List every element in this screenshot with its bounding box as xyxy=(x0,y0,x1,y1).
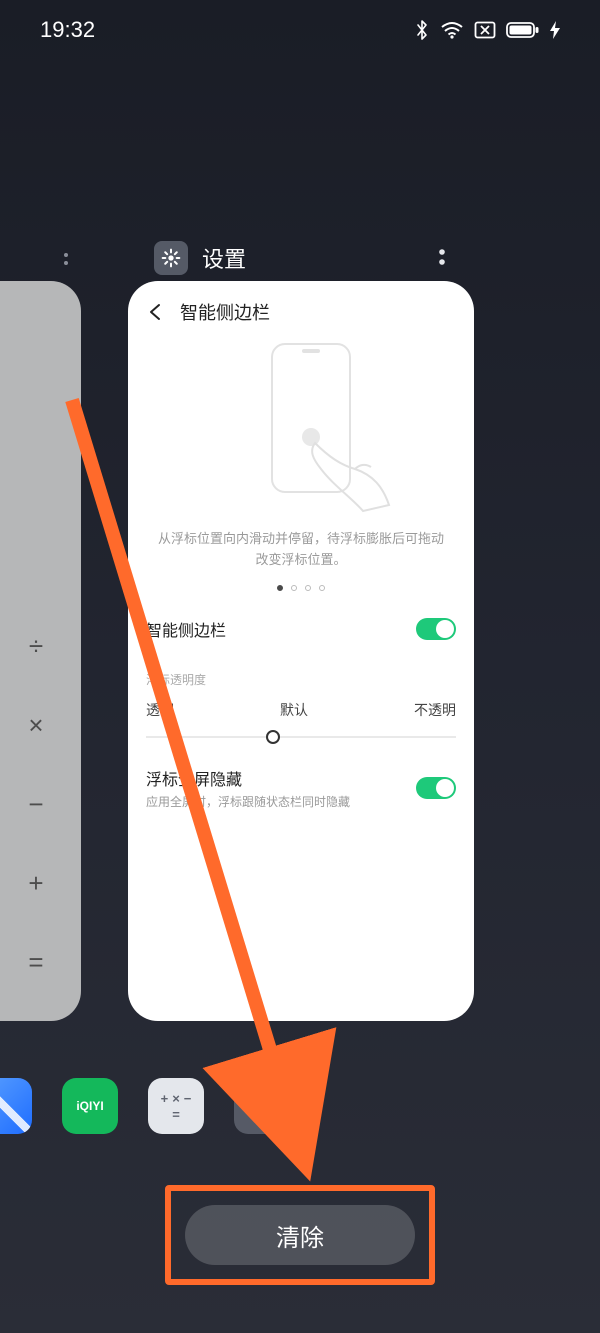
op-multiply: × xyxy=(28,710,43,741)
bluetooth-icon xyxy=(414,19,430,41)
clear-all-button[interactable]: 清除 xyxy=(185,1205,415,1265)
opacity-left-label: 透明 xyxy=(146,700,174,720)
wifi-icon xyxy=(440,21,464,39)
clear-button-highlight: 清除 xyxy=(165,1185,435,1285)
opacity-labels-row: 透明 默认 不透明 xyxy=(128,690,474,720)
op-equals: = xyxy=(28,947,43,978)
settings-description: 从浮标位置向内滑动并停留，待浮标膨胀后可拖动改变浮标位置。 xyxy=(128,529,474,571)
gear-icon xyxy=(248,1092,276,1120)
main-card-header: 设置 xyxy=(154,241,246,275)
back-arrow-icon[interactable] xyxy=(146,302,166,322)
slider-track xyxy=(146,736,456,738)
calc-glyph: = xyxy=(172,1108,180,1121)
opacity-mid-label: 默认 xyxy=(280,700,308,720)
slider-thumb[interactable] xyxy=(266,730,280,744)
sidebar-illustration xyxy=(191,343,411,523)
smart-sidebar-toggle-row[interactable]: 智能侧边栏 xyxy=(128,601,474,657)
gear-icon xyxy=(161,248,181,268)
calc-glyph: + xyxy=(161,1092,169,1105)
more-icon[interactable] xyxy=(58,251,74,267)
dock-row: iQIYI + × − = xyxy=(0,1075,600,1137)
recent-card-settings[interactable]: 智能侧边栏 从浮标位置向内滑动并停留，待浮标膨胀后可拖动改变浮标位置。 智能侧边… xyxy=(128,281,474,1021)
opacity-section-title: 浮标透明度 xyxy=(128,657,474,690)
opacity-right-label: 不透明 xyxy=(414,700,456,720)
pager-dot-3[interactable] xyxy=(305,585,311,591)
smart-sidebar-label: 智能侧边栏 xyxy=(146,617,226,641)
status-bar: 19:32 xyxy=(0,0,600,60)
dock-app-iqiyi[interactable]: iQIYI xyxy=(62,1078,118,1134)
toggle-switch[interactable] xyxy=(416,777,456,799)
pager-dots[interactable] xyxy=(128,585,474,591)
settings-page-title: 智能侧边栏 xyxy=(180,299,270,325)
iqiyi-label: iQIYI xyxy=(76,1099,103,1113)
no-sim-icon xyxy=(474,21,496,39)
dock-app-unknown[interactable] xyxy=(0,1078,32,1134)
pager-dot-2[interactable] xyxy=(291,585,297,591)
dock-app-settings[interactable] xyxy=(234,1078,290,1134)
charging-icon xyxy=(550,21,560,39)
dock-app-calculator[interactable]: + × − = xyxy=(148,1078,204,1134)
recent-card-calculator[interactable]: 换算 ÷ × − + = xyxy=(0,281,81,1021)
op-minus: − xyxy=(28,789,43,820)
calc-glyph: − xyxy=(184,1092,192,1105)
calc-glyph: × xyxy=(172,1092,180,1105)
toggle-switch[interactable] xyxy=(416,618,456,640)
opacity-slider[interactable] xyxy=(128,720,474,750)
recent-apps-row: 换算 ÷ × − + = 设置 智能侧边栏 从浮标位置向内 xyxy=(0,233,600,1033)
status-indicators xyxy=(414,19,560,41)
settings-page-header: 智能侧边栏 xyxy=(128,281,474,335)
op-divide: ÷ xyxy=(29,631,43,662)
clear-label: 清除 xyxy=(276,1218,324,1253)
op-plus: + xyxy=(28,868,43,899)
settings-app-icon xyxy=(154,241,188,275)
status-time: 19:32 xyxy=(40,17,95,43)
battery-icon xyxy=(506,21,540,39)
hand-icon xyxy=(299,425,399,515)
fullscreen-hide-label: 浮标全屏隐藏 xyxy=(146,766,350,790)
pager-dot-1[interactable] xyxy=(277,585,283,591)
more-icon[interactable] xyxy=(434,245,450,269)
calculator-op-column: ÷ × − + = xyxy=(11,631,61,978)
fullscreen-hide-toggle-row[interactable]: 浮标全屏隐藏 应用全屏时，浮标跟随状态栏同时隐藏 xyxy=(128,750,474,826)
pager-dot-4[interactable] xyxy=(319,585,325,591)
main-card-app-label: 设置 xyxy=(202,242,246,274)
fullscreen-hide-sub: 应用全屏时，浮标跟随状态栏同时隐藏 xyxy=(146,793,350,810)
